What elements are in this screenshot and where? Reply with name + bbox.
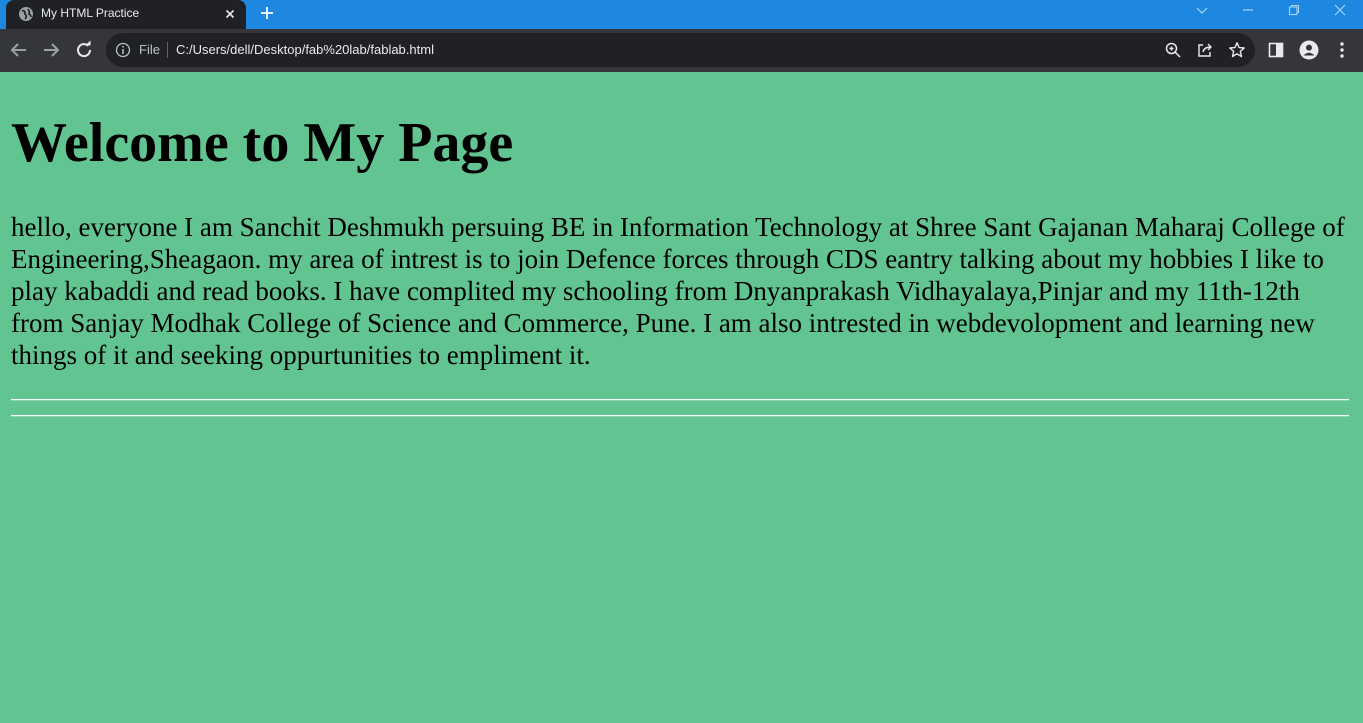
kebab-menu-icon[interactable]	[1332, 40, 1352, 60]
url-text[interactable]: C:/Users/dell/Desktop/fab%20lab/fablab.h…	[176, 42, 434, 57]
restore-icon[interactable]	[1271, 0, 1317, 22]
window-close-icon[interactable]	[1317, 0, 1363, 22]
page-heading: Welcome to My Page	[11, 112, 514, 174]
star-icon[interactable]	[1228, 41, 1246, 59]
share-icon[interactable]	[1196, 41, 1214, 59]
forward-arrow-icon[interactable]	[40, 39, 62, 61]
minimize-icon[interactable]	[1225, 0, 1271, 22]
active-tab[interactable]: My HTML Practice	[6, 0, 246, 29]
intro-paragraph: hello, everyone I am Sanchit Deshmukh pe…	[11, 212, 1345, 370]
side-panel-icon[interactable]	[1266, 40, 1286, 60]
globe-icon	[18, 6, 34, 22]
tab-strip: My HTML Practice	[0, 0, 1363, 29]
zoom-icon[interactable]	[1164, 41, 1182, 59]
close-icon[interactable]	[222, 6, 238, 22]
file-chip[interactable]: File	[139, 42, 160, 57]
page-content: Welcome to My Page hello, everyone I am …	[0, 72, 1363, 723]
browser-toolbar: File C:/Users/dell/Desktop/fab%20lab/fab…	[0, 29, 1363, 72]
chevron-down-icon[interactable]	[1179, 0, 1225, 22]
horizontal-rule	[11, 415, 1349, 417]
plus-icon[interactable]	[257, 3, 277, 23]
info-icon[interactable]	[115, 42, 131, 58]
back-arrow-icon[interactable]	[8, 39, 30, 61]
tab-title: My HTML Practice	[41, 6, 140, 20]
profile-icon[interactable]	[1299, 40, 1319, 60]
horizontal-rule	[11, 399, 1349, 401]
omnibox-separator	[167, 42, 168, 58]
address-bar[interactable]: File C:/Users/dell/Desktop/fab%20lab/fab…	[106, 33, 1255, 67]
reload-icon[interactable]	[73, 39, 95, 61]
